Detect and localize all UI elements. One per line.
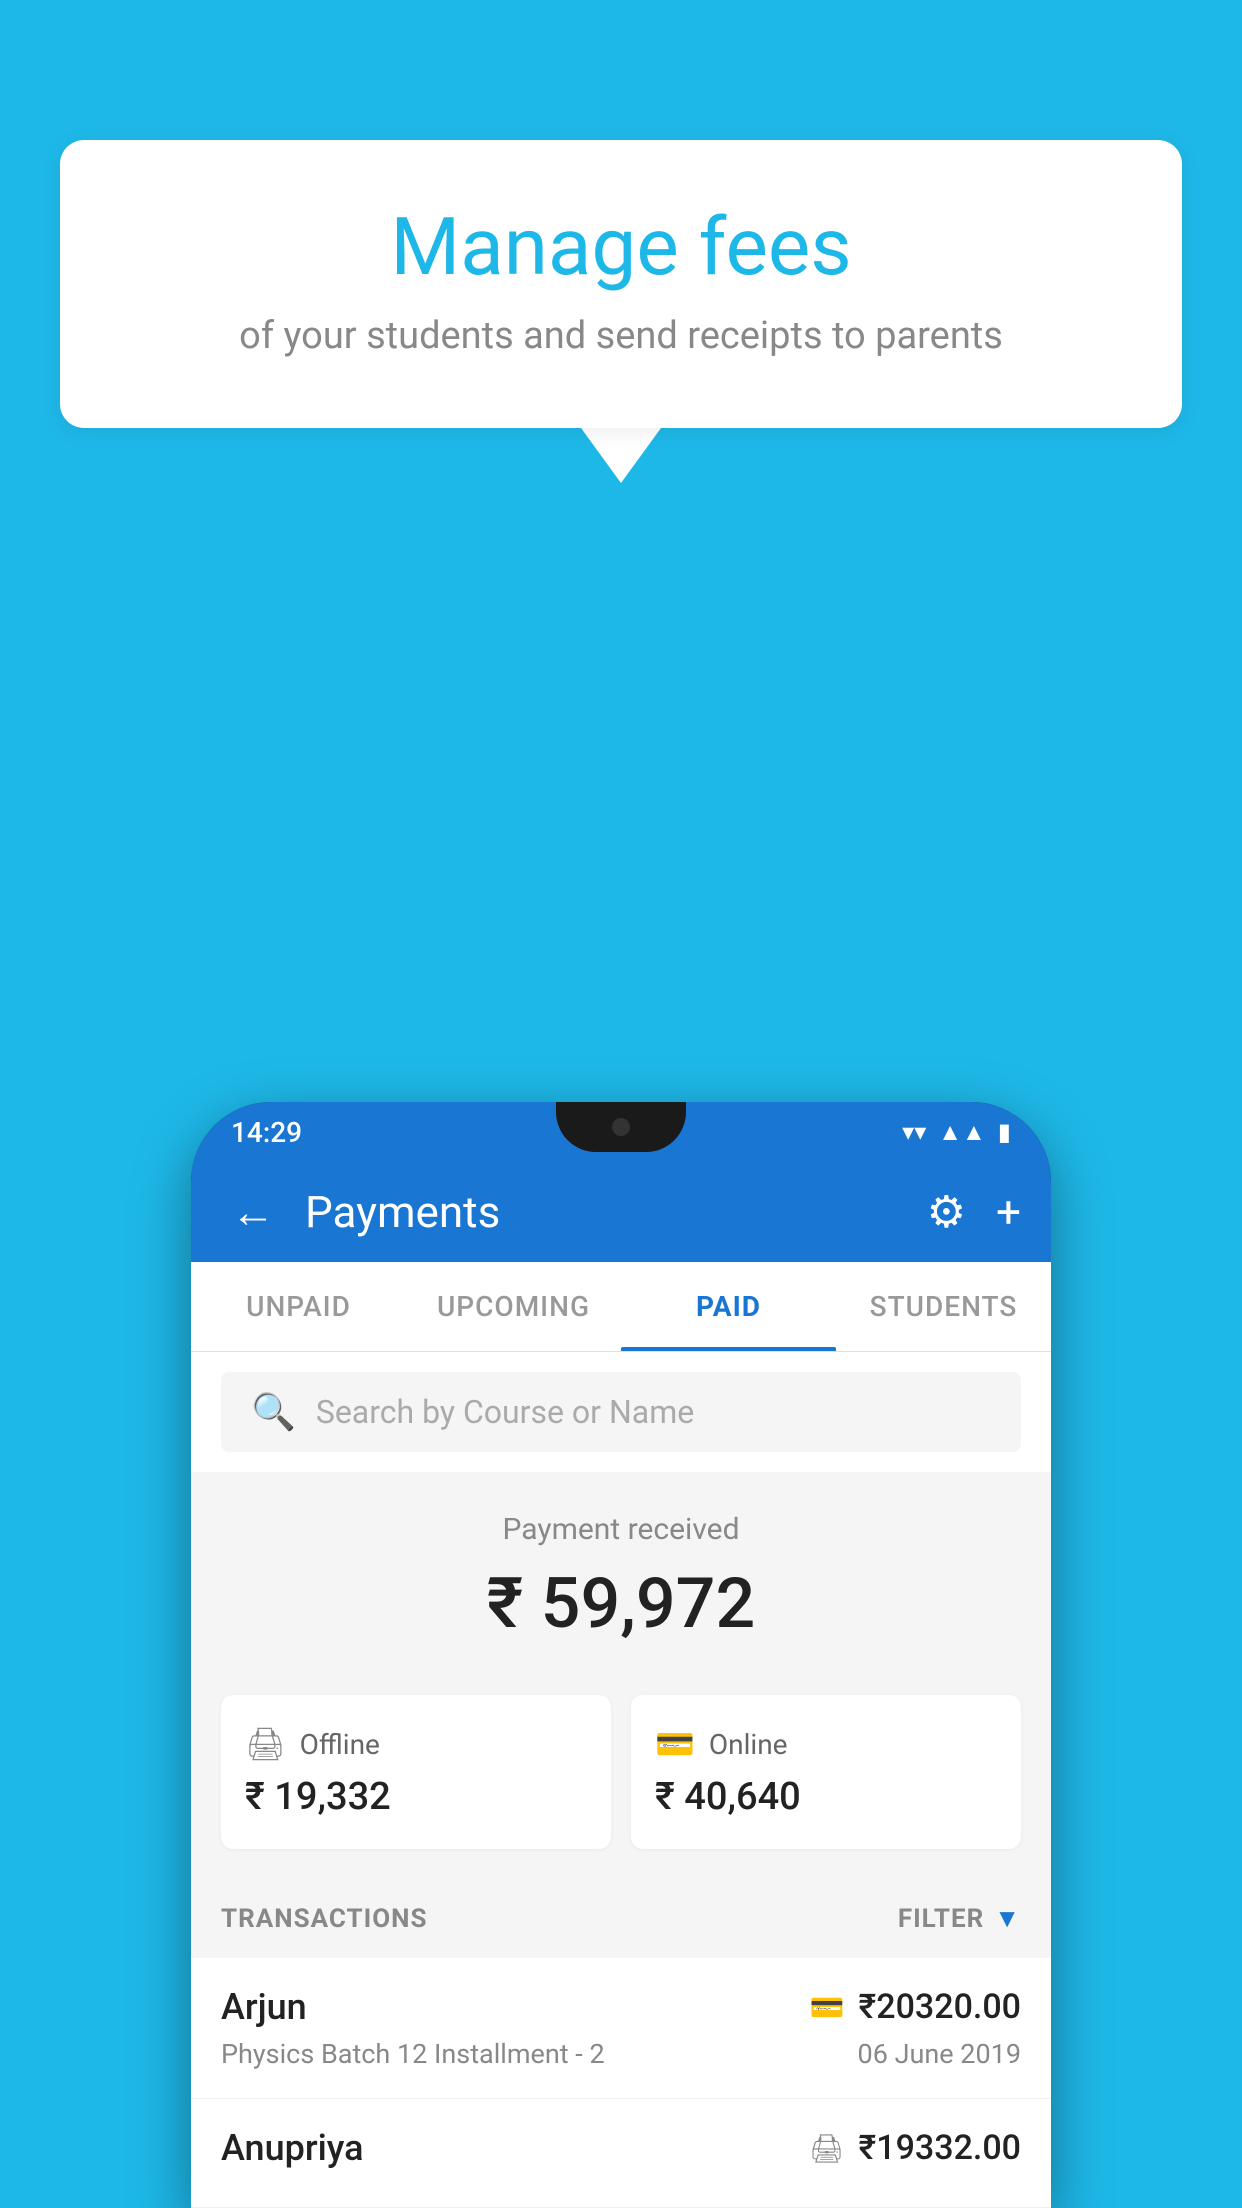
speech-bubble: Manage fees of your students and send re… — [60, 140, 1182, 428]
settings-button[interactable]: ⚙ — [927, 1186, 966, 1238]
transaction-amount-wrapper-2: 🖨 ₹19332.00 — [809, 2128, 1021, 2168]
transaction-amount-wrapper: 💳 ₹20320.00 — [810, 1987, 1021, 2027]
notch — [556, 1102, 686, 1152]
battery-icon: ▮ — [998, 1118, 1011, 1146]
transaction-item-2[interactable]: Anupriya 🖨 ₹19332.00 — [191, 2099, 1051, 2208]
app-bar: ← Payments ⚙ + — [191, 1162, 1051, 1262]
speech-bubble-title: Manage fees — [140, 200, 1102, 294]
speech-bubble-pointer — [581, 428, 661, 483]
status-bar: 14:29 ▾▾ ▲▲ ▮ — [191, 1102, 1051, 1162]
app-bar-actions: ⚙ + — [927, 1186, 1021, 1238]
online-icon: 💳 — [655, 1725, 695, 1763]
signal-icon: ▲▲ — [938, 1118, 986, 1147]
tab-paid[interactable]: PAID — [621, 1262, 836, 1351]
transaction-date: 06 June 2019 — [858, 2038, 1021, 2070]
online-payment-card: 💳 Online ₹ 40,640 — [631, 1695, 1021, 1849]
transaction-name: Arjun — [221, 1986, 307, 2028]
speech-bubble-subtitle: of your students and send receipts to pa… — [140, 314, 1102, 358]
transaction-offline-icon: 🖨 — [809, 2132, 845, 2165]
offline-label: Offline — [300, 1728, 380, 1761]
search-bar-wrapper: 🔍 Search by Course or Name — [191, 1352, 1051, 1472]
transaction-row-top: Arjun 💳 ₹20320.00 — [221, 1986, 1021, 2028]
speech-bubble-container: Manage fees of your students and send re… — [60, 140, 1182, 483]
tab-students[interactable]: STUDENTS — [836, 1262, 1051, 1351]
transaction-desc: Physics Batch 12 Installment - 2 — [221, 2038, 605, 2070]
tab-upcoming[interactable]: UPCOMING — [406, 1262, 621, 1351]
tab-unpaid[interactable]: UNPAID — [191, 1262, 406, 1351]
offline-icon: 🖨 — [245, 1725, 286, 1763]
search-input-placeholder[interactable]: Search by Course or Name — [316, 1393, 694, 1431]
filter-button[interactable]: FILTER ▼ — [898, 1903, 1021, 1934]
payment-received-section: Payment received ₹ 59,972 — [191, 1472, 1051, 1695]
transactions-header: TRANSACTIONS FILTER ▼ — [191, 1879, 1051, 1958]
transaction-amount: ₹20320.00 — [859, 1987, 1021, 2027]
transactions-label: TRANSACTIONS — [221, 1904, 427, 1934]
offline-amount: ₹ 19,332 — [245, 1775, 587, 1819]
transaction-online-icon: 💳 — [810, 1991, 845, 2024]
back-button[interactable]: ← — [221, 1176, 285, 1248]
online-label: Online — [709, 1728, 788, 1761]
transaction-row-top-2: Anupriya 🖨 ₹19332.00 — [221, 2127, 1021, 2169]
camera — [612, 1118, 630, 1136]
payment-cards: 🖨 Offline ₹ 19,332 💳 Online ₹ 40,640 — [191, 1695, 1051, 1879]
online-amount: ₹ 40,640 — [655, 1775, 997, 1819]
add-button[interactable]: + — [996, 1186, 1021, 1238]
tabs: UNPAID UPCOMING PAID STUDENTS — [191, 1262, 1051, 1352]
transaction-row-bottom: Physics Batch 12 Installment - 2 06 June… — [221, 2038, 1021, 2070]
search-icon: 🔍 — [251, 1391, 296, 1433]
transaction-name-2: Anupriya — [221, 2127, 364, 2169]
offline-card-header: 🖨 Offline — [245, 1725, 587, 1763]
search-bar[interactable]: 🔍 Search by Course or Name — [221, 1372, 1021, 1452]
filter-icon: ▼ — [994, 1903, 1021, 1934]
phone: 14:29 ▾▾ ▲▲ ▮ ← Payments ⚙ + UNPAID UPCO… — [191, 1102, 1051, 2208]
transaction-item[interactable]: Arjun 💳 ₹20320.00 Physics Batch 12 Insta… — [191, 1958, 1051, 2099]
online-card-header: 💳 Online — [655, 1725, 997, 1763]
screen-content: 🔍 Search by Course or Name Payment recei… — [191, 1352, 1051, 2208]
wifi-icon: ▾▾ — [902, 1118, 926, 1146]
filter-label: FILTER — [898, 1904, 984, 1934]
transaction-amount-2: ₹19332.00 — [859, 2128, 1021, 2168]
offline-payment-card: 🖨 Offline ₹ 19,332 — [221, 1695, 611, 1849]
payment-received-amount: ₹ 59,972 — [221, 1563, 1021, 1645]
app-bar-title: Payments — [305, 1186, 907, 1238]
payment-received-label: Payment received — [221, 1512, 1021, 1547]
status-time: 14:29 — [231, 1116, 302, 1149]
phone-wrapper: 14:29 ▾▾ ▲▲ ▮ ← Payments ⚙ + UNPAID UPCO… — [191, 1102, 1051, 2208]
status-icons: ▾▾ ▲▲ ▮ — [902, 1118, 1011, 1147]
